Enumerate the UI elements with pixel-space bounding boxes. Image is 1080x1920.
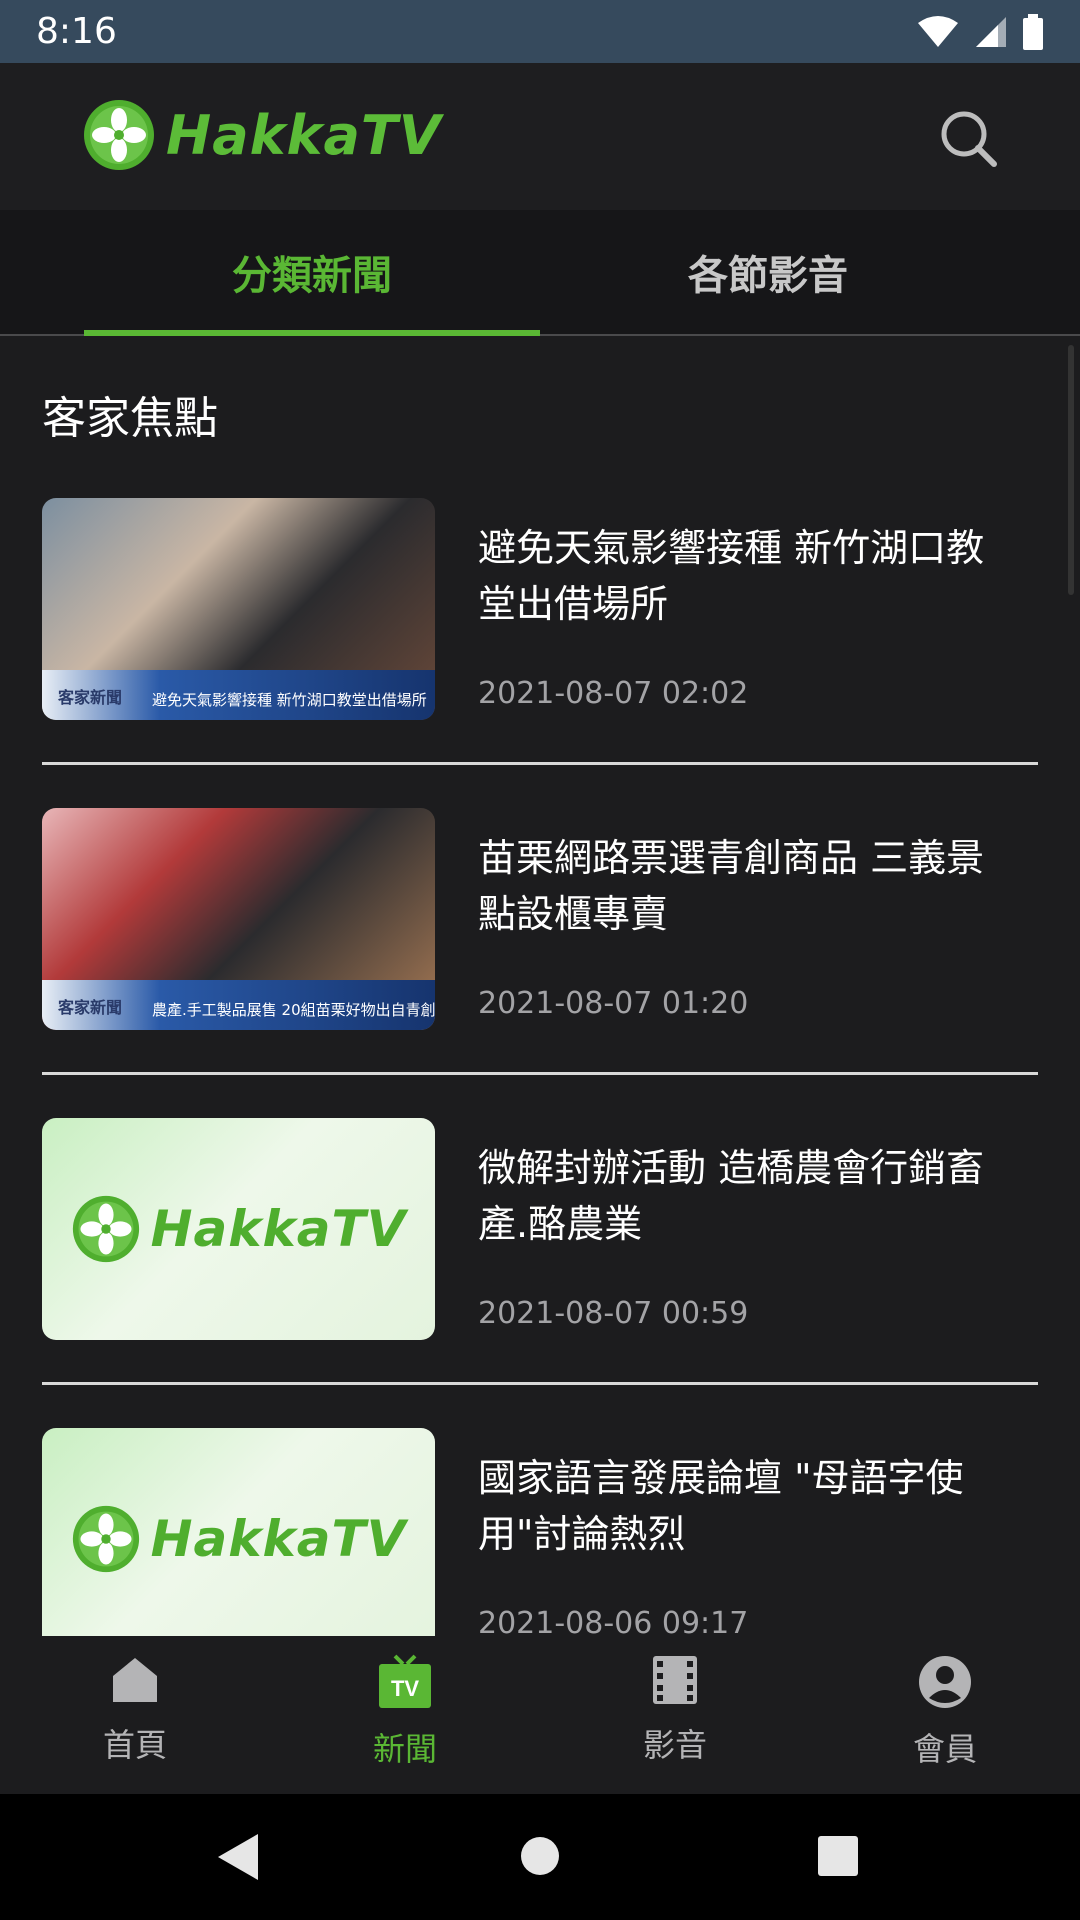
nav-label: 影音 [642, 1726, 707, 1764]
flower-logo-icon [84, 100, 154, 170]
home-circle-icon[interactable] [519, 1835, 561, 1877]
app-bar: HakkaTV [0, 63, 1080, 210]
news-item[interactable]: HakkaTV 微解封辦活動 造橋農會行銷畜產.酪農業 2021-08-07 0… [42, 1100, 1038, 1410]
nav-home[interactable]: 首頁 [55, 1654, 215, 1784]
nav-member[interactable]: 會員 [865, 1654, 1025, 1784]
thumbnail-station: 客家新聞 [58, 688, 123, 707]
news-thumbnail[interactable]: 客家新聞 農產.手工製品展售 20組苗栗好物出自青創 [42, 808, 435, 1030]
news-title[interactable]: 國家語言發展論壇 "母語字使用"討論熱烈 [478, 1450, 1008, 1562]
tab-indicator [84, 330, 540, 336]
status-icons [916, 13, 1044, 50]
tab-program-videos[interactable]: 各節影音 [540, 210, 996, 334]
news-title[interactable]: 避免天氣影響接種 新竹湖口教堂出借場所 [478, 520, 1008, 632]
thumbnail-ticker-text: 農產.手工製品展售 20組苗栗好物出自青創 [152, 1001, 435, 1019]
film-icon [653, 1656, 697, 1704]
news-item[interactable]: HakkaTV 國家語言發展論壇 "母語字使用"討論熱烈 2021-08-06 … [42, 1410, 1038, 1636]
thumbnail-station: 客家新聞 [58, 998, 123, 1017]
logo-text: HakkaTV [166, 103, 442, 167]
news-thumbnail[interactable]: HakkaTV [42, 1428, 435, 1636]
news-thumbnail[interactable]: HakkaTV [42, 1118, 435, 1340]
search-icon[interactable] [938, 108, 998, 168]
nav-video[interactable]: 影音 [595, 1654, 755, 1784]
placeholder-logo: HakkaTV [71, 1194, 407, 1264]
news-title[interactable]: 微解封辦活動 造橋農會行銷畜產.酪農業 [478, 1140, 1008, 1252]
thumbnail-ticker: 客家新聞 農產.手工製品展售 20組苗栗好物出自青創 [42, 980, 435, 1030]
wifi-icon [918, 15, 958, 47]
home-icon [113, 1658, 157, 1702]
status-time: 8:16 [36, 11, 117, 52]
signal-icon [976, 16, 1006, 47]
back-icon[interactable] [216, 1832, 260, 1882]
placeholder-logo-text: HakkaTV [150, 1200, 407, 1258]
nav-label: 會員 [912, 1730, 977, 1768]
flower-logo-icon [72, 1195, 139, 1263]
divider [42, 762, 1038, 765]
battery-icon [1023, 13, 1043, 50]
news-list: 客家新聞 避免天氣影響接種 新竹湖口教堂出借場所 避免天氣影響接種 新竹湖口教堂… [0, 480, 1080, 1636]
flower-logo-icon [72, 1505, 139, 1573]
hakkatv-logo[interactable]: HakkaTV [82, 98, 442, 172]
nav-news[interactable]: TV 新聞 [325, 1654, 485, 1784]
thumbnail-ticker-text: 避免天氣影響接種 新竹湖口教堂出借場所 [152, 691, 427, 709]
svg-text:TV: TV [391, 1676, 419, 1701]
news-date: 2021-08-07 00:59 [478, 1296, 749, 1331]
news-date: 2021-08-06 09:17 [478, 1606, 749, 1636]
tv-icon: TV [379, 1654, 431, 1708]
news-date: 2021-08-07 02:02 [478, 676, 749, 711]
tab-category-news[interactable]: 分類新聞 [84, 210, 540, 334]
placeholder-logo-text: HakkaTV [150, 1510, 407, 1568]
divider [42, 1382, 1038, 1385]
news-title[interactable]: 苗栗網路票選青創商品 三義景點設櫃專賣 [478, 830, 1008, 942]
news-item[interactable]: 客家新聞 農產.手工製品展售 20組苗栗好物出自青創 苗栗網路票選青創商品 三義… [42, 790, 1038, 1100]
news-item[interactable]: 客家新聞 避免天氣影響接種 新竹湖口教堂出借場所 避免天氣影響接種 新竹湖口教堂… [42, 480, 1038, 790]
divider [42, 1072, 1038, 1075]
system-navigation-bar [0, 1794, 1080, 1920]
status-bar: 8:16 [0, 0, 1080, 63]
recents-icon[interactable] [817, 1835, 859, 1877]
bottom-navigation: 首頁 TV 新聞 影音 會員 [0, 1636, 1080, 1794]
category-tabs: 分類新聞 各節影音 [0, 210, 1080, 336]
news-thumbnail[interactable]: 客家新聞 避免天氣影響接種 新竹湖口教堂出借場所 [42, 498, 435, 720]
placeholder-logo: HakkaTV [71, 1504, 407, 1574]
section-title: 客家焦點 [42, 393, 218, 444]
news-date: 2021-08-07 01:20 [478, 986, 749, 1021]
nav-label: 新聞 [372, 1730, 437, 1768]
thumbnail-ticker: 客家新聞 避免天氣影響接種 新竹湖口教堂出借場所 [42, 670, 435, 720]
account-icon [919, 1656, 971, 1708]
nav-label: 首頁 [102, 1726, 167, 1764]
